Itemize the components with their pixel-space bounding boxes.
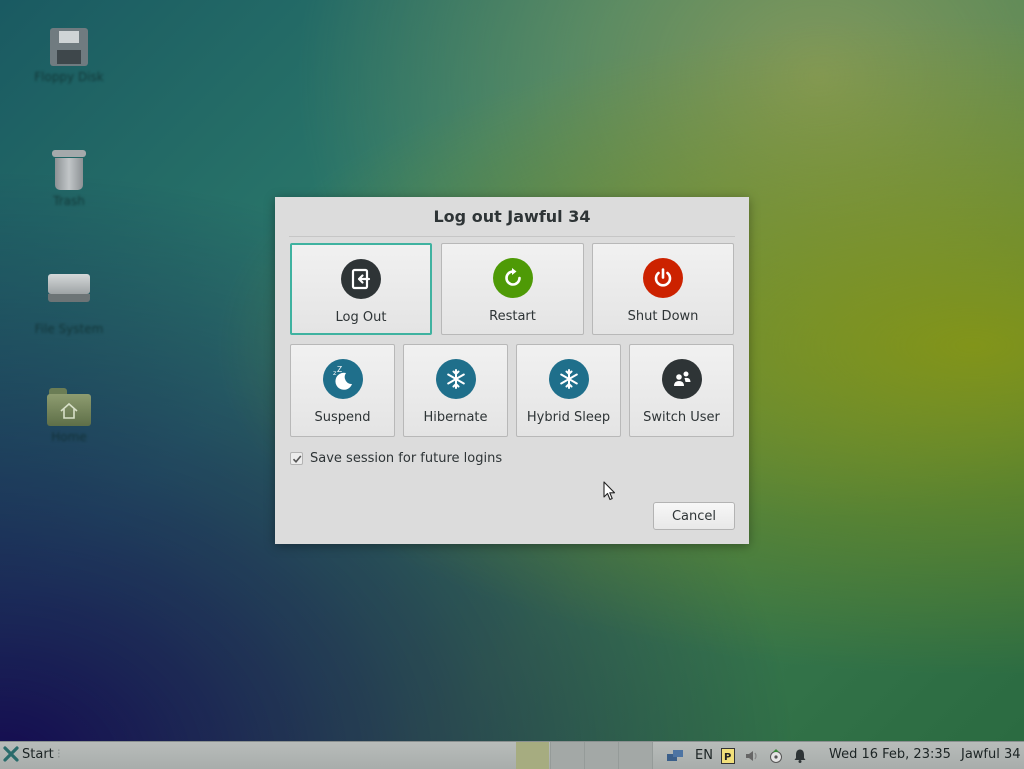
user-menu[interactable]: Jawful 34	[961, 747, 1021, 762]
desktop-icon-label: Trash	[53, 194, 85, 208]
shut-down-button[interactable]: Shut Down	[592, 243, 734, 335]
workspace-4[interactable]	[618, 742, 653, 769]
volume-icon[interactable]	[740, 749, 764, 763]
svg-text:Z: Z	[337, 366, 342, 374]
hybrid-sleep-label: Hybrid Sleep	[526, 410, 611, 425]
mouse-cursor-icon	[603, 481, 616, 501]
start-button[interactable]: Start ⁝	[3, 746, 61, 762]
start-logo-icon	[3, 746, 19, 762]
desktop-icon-file-system[interactable]: File System	[28, 274, 110, 336]
cancel-button[interactable]: Cancel	[653, 502, 735, 530]
home-folder-icon	[47, 388, 91, 426]
desktop-icon-label: Floppy Disk	[34, 70, 104, 84]
keyboard-layout[interactable]: EN	[690, 748, 718, 763]
users-icon	[661, 359, 702, 399]
desktop-icon-home[interactable]: Home	[28, 388, 110, 444]
workspace-1[interactable]	[516, 742, 549, 769]
hibernate-button[interactable]: Hibernate	[403, 344, 508, 437]
logout-dialog: Log out Jawful 34 Log Out Restart Shut D…	[275, 197, 749, 544]
clock[interactable]: Wed 16 Feb, 23:35	[829, 747, 951, 762]
updates-icon[interactable]	[764, 748, 788, 764]
title-divider	[289, 236, 735, 237]
hibernate-label: Hibernate	[423, 410, 488, 425]
power-icon	[643, 258, 683, 298]
switch-user-button[interactable]: Switch User	[629, 344, 734, 437]
logout-icon	[341, 259, 381, 299]
logout-button[interactable]: Log Out	[290, 243, 432, 335]
notification-bell-icon[interactable]	[788, 748, 812, 763]
snowflake-icon	[548, 359, 589, 399]
workspace-2[interactable]	[550, 742, 584, 769]
shut-down-label: Shut Down	[627, 309, 699, 324]
trash-icon	[52, 148, 86, 190]
save-session-label: Save session for future logins	[310, 451, 503, 466]
restart-button[interactable]: Restart	[441, 243, 584, 335]
network-icon[interactable]	[664, 749, 686, 763]
system-tray: EN P	[664, 742, 812, 769]
suspend-label: Suspend	[314, 410, 371, 425]
desktop-icon-floppy-disk[interactable]: Floppy Disk	[28, 28, 110, 84]
start-label: Start	[22, 746, 54, 762]
snowflake-icon	[435, 359, 476, 399]
switch-user-label: Switch User	[643, 410, 720, 425]
restart-icon	[492, 258, 533, 298]
desktop-icon-label: Home	[51, 430, 87, 444]
logout-label: Log Out	[335, 310, 387, 325]
svg-text:P: P	[724, 752, 731, 763]
floppy-disk-icon	[50, 28, 88, 66]
moon-icon: z Z	[322, 359, 363, 399]
workspace-3[interactable]	[584, 742, 618, 769]
suspend-button[interactable]: z Z Suspend	[290, 344, 395, 437]
save-session-checkbox[interactable]	[290, 452, 303, 465]
desktop-icon-label: File System	[34, 322, 104, 336]
desktop-icon-trash[interactable]: Trash	[28, 148, 110, 208]
taskbar: Start ⁝ EN P Wed 16 Feb, 23:35 Jawful 34	[0, 741, 1024, 769]
hard-drive-icon	[48, 274, 90, 304]
separator-icon: ⁝	[56, 746, 61, 762]
checkmark-icon	[292, 454, 301, 463]
hybrid-sleep-button[interactable]: Hybrid Sleep	[516, 344, 621, 437]
restart-label: Restart	[489, 309, 536, 324]
clipboard-icon[interactable]: P	[718, 747, 738, 764]
save-session-row[interactable]: Save session for future logins	[290, 451, 502, 466]
dialog-title: Log out Jawful 34	[433, 207, 591, 226]
